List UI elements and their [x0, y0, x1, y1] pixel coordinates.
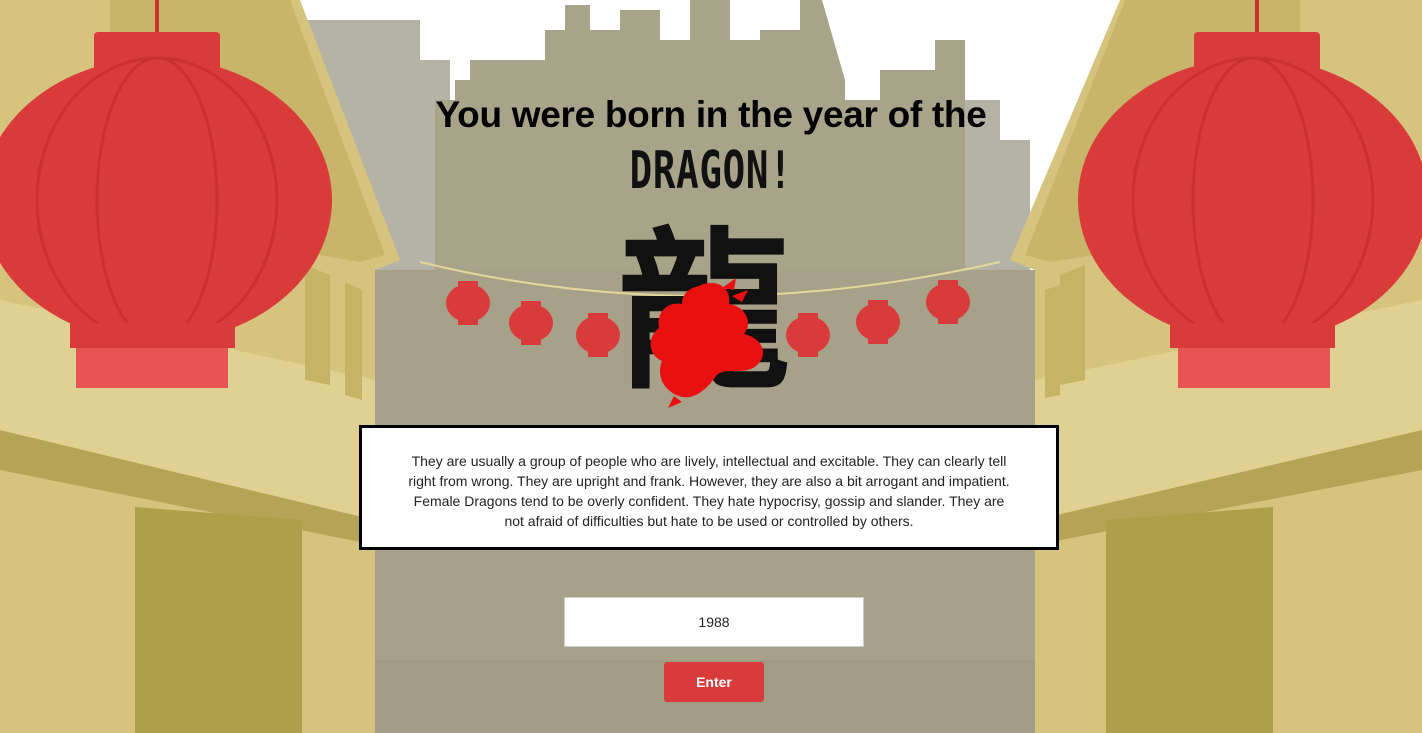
dragon-icon: 龍 — [604, 212, 804, 412]
birth-year-input[interactable] — [564, 597, 864, 647]
result-headline: You were born in the year of the — [435, 94, 987, 135]
zodiac-description-box: They are usually a group of people who a… — [359, 425, 1059, 550]
enter-button[interactable]: Enter — [664, 662, 764, 702]
zodiac-description-text: They are usually a group of people who a… — [408, 453, 1010, 529]
red-dragon-silhouette — [650, 278, 764, 408]
zodiac-sign-name: DRAGON! — [629, 141, 793, 201]
